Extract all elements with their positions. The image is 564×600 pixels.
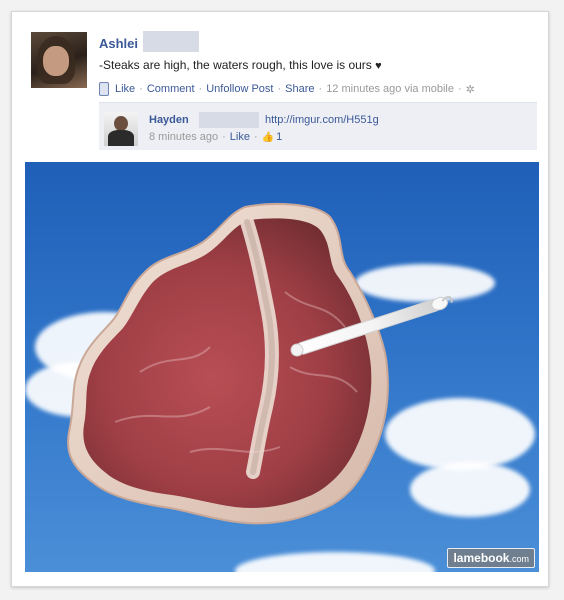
commenter-avatar[interactable] — [104, 112, 138, 146]
commenter-name[interactable]: Hayden — [149, 114, 189, 126]
share-link[interactable]: Share — [285, 83, 314, 95]
post-photo[interactable]: lamebook.com — [25, 162, 539, 572]
status-message: -Steaks are high, the waters rough, this… — [99, 58, 372, 72]
post-timestamp[interactable]: 12 minutes ago via mobile — [326, 83, 454, 95]
thumb-icon: 👍 — [261, 131, 275, 143]
author-avatar[interactable] — [31, 32, 87, 88]
unfollow-link[interactable]: Unfollow Post — [206, 83, 273, 95]
post-actions: Like · Comment · Unfollow Post · Share ·… — [99, 82, 475, 96]
like-count[interactable]: 1 — [276, 131, 282, 143]
avatar-face — [43, 46, 69, 76]
separator: · — [318, 83, 323, 95]
separator: · — [139, 83, 143, 95]
comment-url[interactable]: http://imgur.com/H551g — [265, 114, 379, 126]
mobile-icon — [99, 82, 109, 96]
status-text: -Steaks are high, the waters rough, this… — [99, 58, 382, 72]
separator: · — [253, 131, 258, 143]
avatar-head — [114, 116, 128, 131]
redacted-name — [199, 112, 259, 128]
avatar-body — [108, 130, 134, 146]
heart-icon: ♥ — [375, 60, 382, 72]
watermark: lamebook.com — [447, 548, 535, 568]
steak-illustration — [67, 203, 453, 525]
comment-like-link[interactable]: Like — [230, 131, 250, 143]
separator: · — [198, 83, 203, 95]
separator: · — [277, 83, 282, 95]
watermark-suffix: .com — [509, 554, 529, 564]
author-name[interactable]: Ashlei — [99, 36, 138, 51]
redacted-name — [143, 31, 199, 52]
gear-icon[interactable]: ✲ — [466, 83, 475, 96]
comment-meta: 8 minutes ago · Like · 👍 1 — [149, 131, 282, 143]
separator: · — [222, 131, 226, 143]
comment-link[interactable]: Comment — [147, 83, 195, 95]
comment-timestamp[interactable]: 8 minutes ago — [149, 131, 218, 143]
watermark-brand: lamebook — [453, 551, 510, 565]
steak-meat — [83, 218, 372, 508]
like-link[interactable]: Like — [115, 83, 135, 95]
separator: · — [457, 83, 462, 95]
